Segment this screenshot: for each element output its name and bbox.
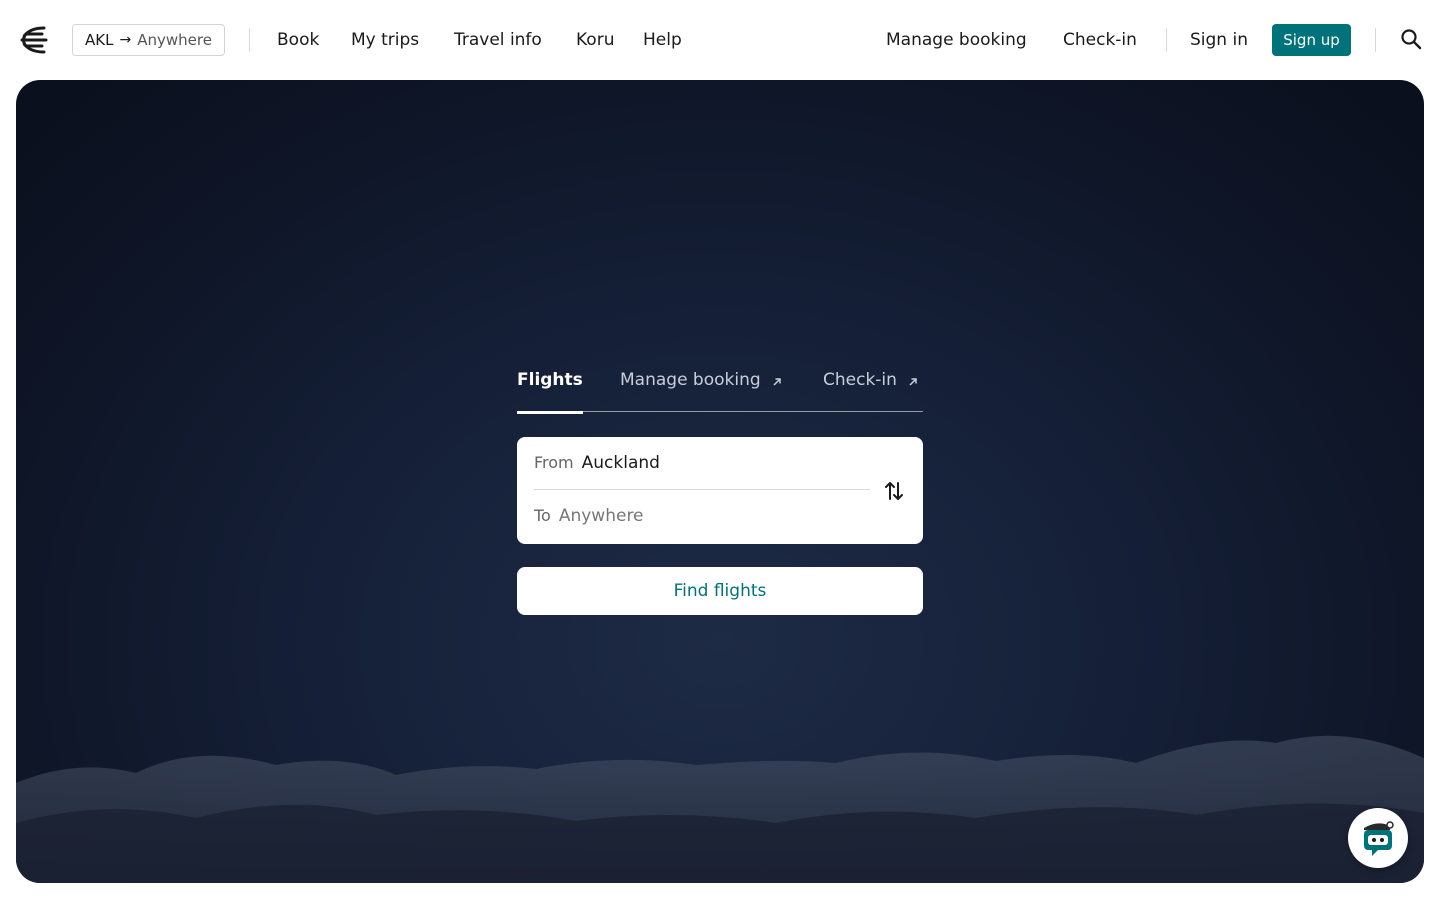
- clouds-background: [16, 735, 1424, 883]
- arrow-right-icon: →: [119, 32, 132, 48]
- header-divider: [1375, 28, 1376, 52]
- to-label: To: [534, 506, 551, 525]
- header-divider: [249, 28, 250, 52]
- sign-in-link[interactable]: Sign in: [1190, 29, 1248, 51]
- search-icon[interactable]: [1400, 28, 1422, 50]
- from-value: Auckland: [581, 453, 660, 473]
- find-flights-button[interactable]: Find flights: [517, 567, 923, 615]
- flight-search-card: From Auckland To Anywhere: [517, 437, 923, 544]
- nav-travel-info[interactable]: Travel info: [454, 29, 542, 51]
- route-destination: Anywhere: [137, 31, 212, 49]
- nav-help[interactable]: Help: [643, 29, 682, 51]
- header-divider: [1166, 28, 1167, 52]
- tab-check-in[interactable]: Check-in: [823, 370, 919, 412]
- nav-book[interactable]: Book: [277, 29, 319, 51]
- hero-section: Flights Manage booking Check-in From Auc…: [16, 80, 1424, 883]
- field-divider: [534, 489, 870, 490]
- to-placeholder: Anywhere: [558, 506, 644, 526]
- chatbot-icon: [1364, 821, 1394, 856]
- route-selector[interactable]: AKL → Anywhere: [72, 24, 225, 56]
- external-link-icon: [909, 378, 917, 386]
- sign-up-button[interactable]: Sign up: [1272, 24, 1351, 56]
- route-origin: AKL: [85, 31, 114, 49]
- nav-check-in[interactable]: Check-in: [1063, 29, 1137, 51]
- booking-tabs: Flights Manage booking Check-in: [517, 370, 923, 414]
- tab-flights[interactable]: Flights: [517, 370, 583, 414]
- airline-logo-icon[interactable]: [18, 24, 48, 56]
- tab-manage-booking-label: Manage booking: [620, 370, 761, 390]
- nav-manage-booking[interactable]: Manage booking: [886, 29, 1027, 51]
- external-link-icon: [773, 378, 781, 386]
- nav-my-trips[interactable]: My trips: [351, 29, 419, 51]
- swap-icon[interactable]: [883, 479, 905, 503]
- chat-assistant-button[interactable]: [1348, 808, 1408, 868]
- to-field[interactable]: To Anywhere: [534, 506, 644, 526]
- nav-koru[interactable]: Koru: [576, 29, 614, 51]
- from-label: From: [534, 453, 574, 472]
- tab-check-in-label: Check-in: [823, 370, 897, 390]
- from-field[interactable]: From Auckland: [534, 453, 660, 473]
- site-header: AKL → Anywhere Book My trips Travel info…: [0, 0, 1440, 80]
- tab-flights-label: Flights: [517, 370, 583, 390]
- tab-manage-booking[interactable]: Manage booking: [620, 370, 783, 412]
